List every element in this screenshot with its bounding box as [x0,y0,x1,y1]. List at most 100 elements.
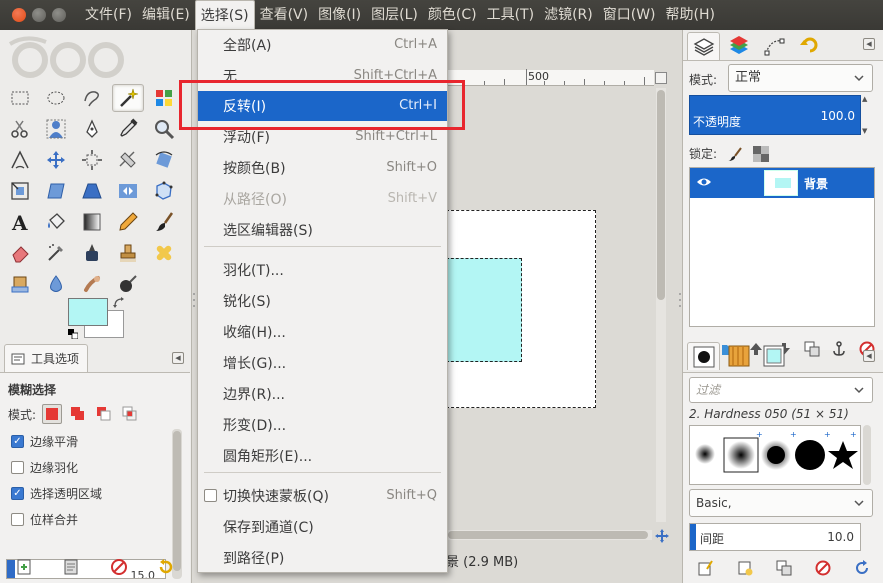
sample-merged-checkbox[interactable] [11,513,24,526]
shear-tool-icon[interactable] [40,177,72,205]
delete-options-icon[interactable] [110,558,128,576]
opacity-slider[interactable]: 不透明度 100.0 [689,95,861,135]
antialias-option[interactable]: ✓ 边缘平滑 [11,433,78,450]
lock-alpha-icon[interactable] [753,145,770,162]
perspective-clone-tool-icon[interactable] [4,270,36,298]
feather-checkbox[interactable] [11,461,24,474]
feather-option[interactable]: 边缘羽化 [11,459,78,476]
blend-tool-icon[interactable] [76,208,108,236]
menu-item-toggle-quick-mask[interactable]: 切换快速蒙板(Q) Shift+Q [198,481,447,511]
align-tool-icon[interactable] [76,146,108,174]
brushes-dock-menu-button[interactable]: ◀ [863,350,875,362]
flip-tool-icon[interactable] [112,177,144,205]
tool-options-menu-button[interactable]: ◀ [172,352,184,364]
window-minimize-button[interactable] [32,8,46,22]
canvas-horizontal-scrollbar-thumb[interactable] [448,531,648,539]
menu-item-to-path[interactable]: 到路径(P) [198,543,447,573]
menu-3[interactable]: 查看(V) [255,0,314,30]
paintbrush-tool-icon[interactable] [148,208,180,236]
measure-tool-icon[interactable] [4,146,36,174]
layer-row[interactable]: 背景 [690,168,874,198]
foreground-select-tool-icon[interactable] [40,115,72,143]
opacity-spinner[interactable]: ▲ ▼ [862,95,874,135]
ellipse-select-tool-icon[interactable] [40,84,72,112]
lock-pixels-icon[interactable] [727,146,743,162]
heal-tool-icon[interactable] [148,239,180,267]
refresh-brushes-icon[interactable] [854,560,870,576]
blur-tool-icon[interactable] [40,270,72,298]
dodge-burn-tool-icon[interactable] [112,270,144,298]
smudge-tool-icon[interactable] [76,270,108,298]
menu-1[interactable]: 编辑(E) [137,0,195,30]
menu-0[interactable]: 文件(F) [80,0,137,30]
eye-icon[interactable] [696,175,712,189]
brush-item[interactable] [695,444,715,464]
pencil-tool-icon[interactable] [112,208,144,236]
brush-spacing-slider[interactable]: 间距 10.0 [689,523,861,551]
bucket-fill-tool-icon[interactable] [40,208,72,236]
select-transparent-option[interactable]: ✓ 选择透明区域 [11,485,102,502]
rect-select-tool-icon[interactable] [4,84,36,112]
menu-item-select-from-path[interactable]: 从路径(O) Shift+V [198,184,447,214]
canvas-vertical-scrollbar-thumb[interactable] [657,90,665,300]
perspective-tool-icon[interactable] [76,177,108,205]
anchor-layer-icon[interactable] [831,341,847,357]
menu-8[interactable]: 滤镜(R) [539,0,598,30]
ink-tool-icon[interactable] [76,239,108,267]
swap-colors-icon[interactable] [112,296,126,310]
menu-6[interactable]: 颜色(C) [423,0,482,30]
tab-channels[interactable] [722,32,755,60]
duplicate-layer-icon[interactable] [804,341,820,357]
move-tool-icon[interactable] [40,146,72,174]
eraser-tool-icon[interactable] [4,239,36,267]
menu-item-feather[interactable]: 羽化(T)... [198,255,447,285]
brush-item[interactable] [795,440,825,470]
tab-tool-options[interactable]: 工具选项 [4,344,88,372]
color-picker-tool-icon[interactable] [112,115,144,143]
clone-tool-icon[interactable] [112,239,144,267]
fuzzy-select-tool-icon[interactable] [112,84,144,112]
spin-down-icon[interactable]: ▼ [862,127,874,135]
new-brush-icon[interactable] [737,560,753,576]
menu-item-border[interactable]: 边界(R)... [198,379,447,409]
tab-paths[interactable] [757,32,790,60]
tab-layers[interactable] [687,32,720,60]
menu-item-selection-editor[interactable]: 选区编辑器(S) [198,215,447,245]
brush-item[interactable] [761,440,791,470]
select-by-color-tool-icon[interactable] [148,84,180,112]
menu-9[interactable]: 窗口(W) [598,0,661,30]
crop-tool-icon[interactable] [112,146,144,174]
navigate-icon[interactable] [654,528,670,544]
window-maximize-button[interactable] [52,8,66,22]
canvas-vertical-scrollbar[interactable] [656,88,666,522]
menu-item-sharpen[interactable]: 锐化(S) [198,286,447,316]
menu-item-select-all[interactable]: 全部(A) Ctrl+A [198,30,447,60]
layers-dock-menu-button[interactable]: ◀ [863,38,875,50]
free-select-tool-icon[interactable] [76,84,108,112]
restore-options-icon[interactable] [62,558,80,576]
select-transparent-checkbox[interactable]: ✓ [11,487,24,500]
layer-mode-select[interactable]: 正常 [728,64,873,92]
zoom-tool-icon[interactable] [148,115,180,143]
airbrush-tool-icon[interactable] [40,239,72,267]
cage-transform-tool-icon[interactable] [148,177,180,205]
spin-up-icon[interactable]: ▲ [862,95,874,103]
brush-grid-scrollbar[interactable] [863,425,871,485]
antialias-checkbox[interactable]: ✓ [11,435,24,448]
menu-10[interactable]: 帮助(H) [661,0,720,30]
scale-tool-icon[interactable] [4,177,36,205]
delete-brush-icon[interactable] [815,560,831,576]
mode-add-button[interactable] [68,404,88,424]
menu-item-rounded-rectangle[interactable]: 圆角矩形(E)... [198,441,447,471]
foreground-color-swatch[interactable] [68,298,108,326]
menu-4[interactable]: 图像(I) [313,0,366,30]
mode-subtract-button[interactable] [94,404,114,424]
menu-item-distort[interactable]: 形变(D)... [198,410,447,440]
brush-tag-select[interactable]: Basic, [689,489,873,517]
rotate-tool-icon[interactable] [148,146,180,174]
tab-gradients[interactable] [757,342,790,370]
zoom-corner-button[interactable] [655,72,667,84]
menu-item-shrink[interactable]: 收缩(H)... [198,317,447,347]
tab-brushes[interactable] [687,342,720,370]
save-options-icon[interactable] [15,558,33,576]
